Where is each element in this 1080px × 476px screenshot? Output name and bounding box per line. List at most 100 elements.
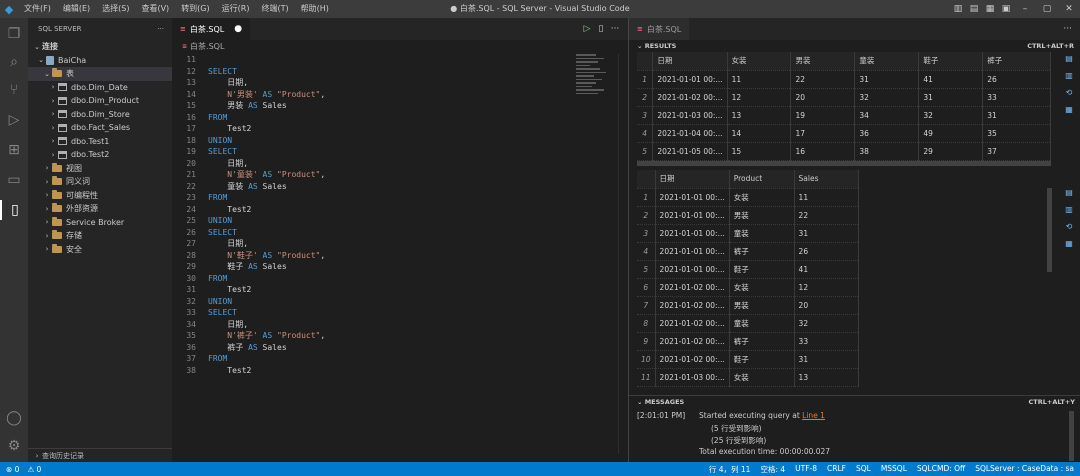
table-cell[interactable]: 11 bbox=[794, 188, 860, 207]
tree-folder-synonyms[interactable]: › 同义词 bbox=[28, 175, 172, 189]
status-errors[interactable]: ⊗ 0 bbox=[6, 465, 19, 474]
code-line[interactable]: 29 鞋子 AS Sales bbox=[172, 261, 628, 273]
column-header[interactable]: 男装 bbox=[790, 52, 856, 71]
column-header[interactable]: 裤子 bbox=[982, 52, 1051, 71]
tree-folder-security[interactable]: › 安全 bbox=[28, 243, 172, 257]
code-line[interactable]: 15 男装 AS Sales bbox=[172, 100, 628, 112]
table-cell[interactable]: 2021-01-05 00:... bbox=[652, 142, 728, 161]
menu-terminal[interactable]: 终端(T) bbox=[255, 0, 294, 18]
column-header[interactable]: Product bbox=[729, 170, 795, 189]
row-number-header[interactable] bbox=[637, 52, 654, 71]
unsaved-dot-icon[interactable]: ● bbox=[234, 24, 242, 34]
table-cell[interactable]: 22 bbox=[794, 206, 860, 225]
table-cell[interactable]: 41 bbox=[794, 260, 860, 279]
status-position[interactable]: 行 4，列 11 bbox=[709, 464, 751, 475]
table-row[interactable]: 5 2021-01-01 00:... 鞋子 41 bbox=[637, 260, 860, 279]
table-cell[interactable]: 32 bbox=[794, 314, 860, 333]
row-number[interactable]: 3 bbox=[637, 224, 656, 243]
tab-editor-file[interactable]: ≡ 白茶.SQL ● bbox=[172, 18, 251, 40]
tree-table[interactable]: › dbo.Dim_Product bbox=[28, 94, 172, 108]
table-cell[interactable]: 31 bbox=[794, 350, 860, 369]
query-history-section[interactable]: › 查询历史记录 bbox=[28, 448, 172, 462]
tree-table[interactable]: › dbo.Test2 bbox=[28, 148, 172, 162]
status-spaces[interactable]: 空格: 4 bbox=[760, 464, 785, 475]
table-cell[interactable]: 32 bbox=[854, 88, 920, 107]
explorer-icon[interactable]: ❐ bbox=[4, 24, 24, 44]
code-line[interactable]: 26 SELECT bbox=[172, 227, 628, 239]
code-line[interactable]: 17 Test2 bbox=[172, 123, 628, 135]
table-row[interactable]: 2 2021-01-01 00:... 男装 22 bbox=[637, 206, 860, 225]
tree-folder-external[interactable]: › 外部资源 bbox=[28, 202, 172, 216]
code-line[interactable]: 38 Test2 bbox=[172, 365, 628, 377]
code-line[interactable]: 19 SELECT bbox=[172, 146, 628, 158]
tree-table[interactable]: › dbo.Dim_Date bbox=[28, 81, 172, 95]
notebooks-icon[interactable]: ▭ bbox=[4, 170, 24, 190]
messages-scrollbar[interactable] bbox=[1069, 411, 1074, 461]
table-cell[interactable]: 41 bbox=[918, 70, 984, 89]
code-line[interactable]: 31 Test2 bbox=[172, 284, 628, 296]
status-dialect[interactable]: MSSQL bbox=[881, 464, 907, 475]
status-connection[interactable]: SQLServer : CaseData : sa bbox=[975, 464, 1074, 475]
row-number[interactable]: 8 bbox=[637, 314, 656, 333]
row-number[interactable]: 9 bbox=[637, 332, 656, 351]
table-cell[interactable]: 31 bbox=[854, 70, 920, 89]
table-cell[interactable]: 2021-01-03 00:... bbox=[655, 368, 730, 387]
table-cell[interactable]: 35 bbox=[982, 124, 1051, 143]
tree-table[interactable]: › dbo.Test1 bbox=[28, 135, 172, 149]
table-cell[interactable]: 2021-01-01 00:... bbox=[652, 70, 728, 89]
table-row[interactable]: 3 2021-01-03 00:... 13 19 34 32 31 bbox=[637, 106, 1051, 125]
code-line[interactable]: 23 FROM bbox=[172, 192, 628, 204]
tree-folder-programmability[interactable]: › 可编程性 bbox=[28, 189, 172, 203]
row-number[interactable]: 11 bbox=[637, 368, 656, 387]
table-cell[interactable]: 20 bbox=[794, 296, 860, 315]
tree-folder-service-broker[interactable]: › Service Broker bbox=[28, 216, 172, 230]
table-cell[interactable]: 49 bbox=[918, 124, 984, 143]
menu-view[interactable]: 查看(V) bbox=[135, 0, 175, 18]
row-number[interactable]: 3 bbox=[637, 106, 654, 125]
row-number[interactable]: 5 bbox=[637, 142, 654, 161]
run-debug-icon[interactable]: ▷ bbox=[4, 110, 24, 130]
table-cell[interactable]: 女装 bbox=[729, 368, 795, 387]
table-cell[interactable]: 12 bbox=[794, 278, 860, 297]
status-language[interactable]: SQL bbox=[856, 464, 871, 475]
status-sqlcmd[interactable]: SQLCMD: Off bbox=[917, 464, 965, 475]
table-cell[interactable]: 2021-01-01 00:... bbox=[655, 224, 730, 243]
table-row[interactable]: 1 2021-01-01 00:... 女装 11 bbox=[637, 188, 860, 207]
table-row[interactable]: 8 2021-01-02 00:... 童装 32 bbox=[637, 314, 860, 333]
save-excel-icon[interactable]: ▥ bbox=[1064, 205, 1074, 222]
menu-edit[interactable]: 编辑(E) bbox=[57, 0, 96, 18]
tree-table[interactable]: › dbo.Dim_Store bbox=[28, 108, 172, 122]
code-line[interactable]: 27 日期, bbox=[172, 238, 628, 250]
table-cell[interactable]: 鞋子 bbox=[729, 260, 795, 279]
save-csv-icon[interactable]: ▤ bbox=[1064, 54, 1074, 71]
row-number[interactable]: 4 bbox=[637, 242, 656, 261]
table-row[interactable]: 7 2021-01-02 00:... 男装 20 bbox=[637, 296, 860, 315]
table-cell[interactable]: 2021-01-02 00:... bbox=[655, 296, 730, 315]
connections-section[interactable]: ⌄ 连接 bbox=[28, 40, 172, 54]
code-line[interactable]: 37 FROM bbox=[172, 353, 628, 365]
code-line[interactable]: 35 N'裤子' AS "Product", bbox=[172, 330, 628, 342]
row-number[interactable]: 7 bbox=[637, 296, 656, 315]
minimap[interactable] bbox=[576, 54, 612, 106]
code-line[interactable]: 30 FROM bbox=[172, 273, 628, 285]
tab-results-file[interactable]: ≡ 白茶.SQL bbox=[629, 18, 690, 40]
layout-sidebar-icon[interactable]: ▥ bbox=[950, 0, 966, 18]
code-line[interactable]: 14 N'男装' AS "Product", bbox=[172, 89, 628, 101]
menu-run[interactable]: 运行(R) bbox=[216, 0, 256, 18]
table-cell[interactable]: 12 bbox=[727, 88, 792, 107]
row-number[interactable]: 2 bbox=[637, 88, 654, 107]
status-encoding[interactable]: UTF-8 bbox=[795, 464, 817, 475]
table-cell[interactable]: 19 bbox=[790, 106, 856, 125]
table-row[interactable]: 4 2021-01-04 00:... 14 17 36 49 35 bbox=[637, 124, 1051, 143]
tree-tables-folder[interactable]: ⌄ 表 bbox=[28, 67, 172, 81]
code-line[interactable]: 22 童装 AS Sales bbox=[172, 181, 628, 193]
table-row[interactable]: 4 2021-01-01 00:... 裤子 26 bbox=[637, 242, 860, 261]
table-row[interactable]: 5 2021-01-05 00:... 15 16 38 29 37 bbox=[637, 142, 1051, 161]
table-cell[interactable]: 2021-01-04 00:... bbox=[652, 124, 728, 143]
table-cell[interactable]: 33 bbox=[794, 332, 860, 351]
table-cell[interactable]: 31 bbox=[918, 88, 984, 107]
settings-gear-icon[interactable]: ⚙ bbox=[4, 436, 24, 456]
maximize-icon[interactable]: ▢ bbox=[1036, 0, 1058, 18]
table-cell[interactable]: 裤子 bbox=[729, 242, 795, 261]
code-line[interactable]: 32 UNION bbox=[172, 296, 628, 308]
